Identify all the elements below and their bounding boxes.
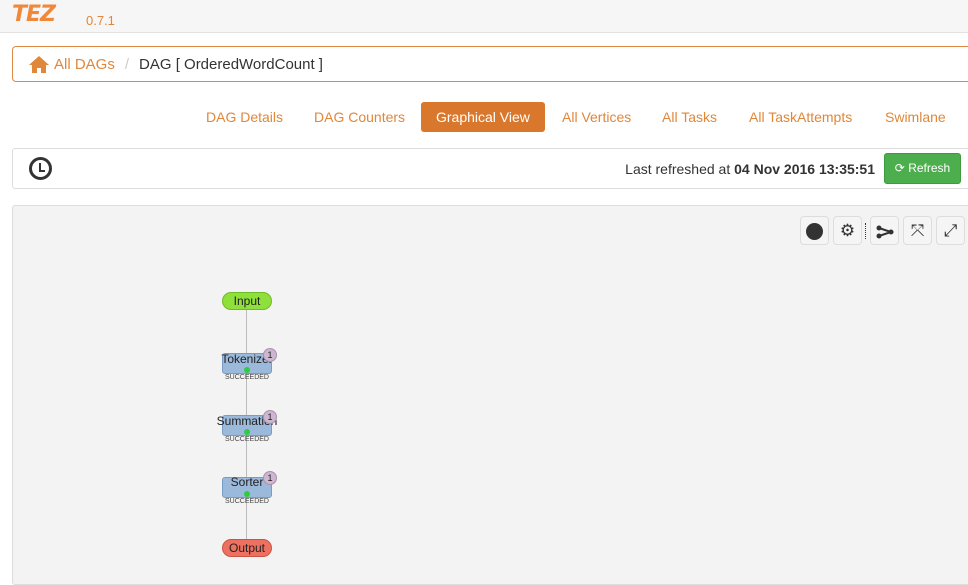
current-dag: DAG [ OrderedWordCount ] bbox=[139, 55, 323, 73]
succeeded-icon bbox=[244, 367, 250, 373]
vertex-status: SUCCEEDED bbox=[225, 498, 269, 505]
vertex-status: SUCCEEDED bbox=[225, 374, 269, 381]
tab-swimlane[interactable]: Swimlane bbox=[870, 102, 961, 132]
vertex-status: SUCCEEDED bbox=[225, 436, 269, 443]
all-dags-link[interactable]: All DAGs bbox=[29, 55, 115, 73]
succeeded-icon bbox=[244, 429, 250, 435]
input-node[interactable]: Input bbox=[222, 292, 272, 310]
record-icon[interactable] bbox=[800, 216, 829, 245]
tab-all-vertices[interactable]: All Vertices bbox=[547, 102, 646, 132]
tab-dag-details[interactable]: DAG Details bbox=[191, 102, 298, 132]
breadcrumb: All DAGs / DAG [ OrderedWordCount ] bbox=[12, 46, 968, 82]
last-refreshed: Last refreshed at 04 Nov 2016 13:35:51 bbox=[625, 161, 875, 177]
fit-icon[interactable]: ⤧ bbox=[903, 216, 932, 245]
top-bar: TEZ 0.7.1 bbox=[0, 0, 968, 33]
task-count-badge[interactable]: 1 bbox=[263, 348, 277, 362]
task-count-badge[interactable]: 1 bbox=[263, 410, 277, 424]
orientation-icon[interactable] bbox=[870, 216, 899, 245]
clock-icon bbox=[29, 157, 52, 180]
tab-all-tasks[interactable]: All Tasks bbox=[647, 102, 732, 132]
output-node[interactable]: Output bbox=[222, 539, 272, 557]
version: 0.7.1 bbox=[86, 13, 115, 28]
breadcrumb-separator: / bbox=[124, 55, 130, 73]
refresh-button[interactable]: ⟳ Refresh bbox=[884, 153, 961, 184]
refresh-bar: Last refreshed at 04 Nov 2016 13:35:51 ⟳… bbox=[12, 148, 968, 189]
fullscreen-icon[interactable]: ⤢ bbox=[936, 216, 965, 245]
task-count-badge[interactable]: 1 bbox=[263, 471, 277, 485]
tab-bar: DAG Details DAG Counters Graphical View … bbox=[0, 102, 968, 132]
tab-all-taskattempts[interactable]: All TaskAttempts bbox=[734, 102, 867, 132]
all-dags-label: All DAGs bbox=[54, 55, 115, 73]
tab-graphical-view[interactable]: Graphical View bbox=[421, 102, 545, 132]
last-refreshed-time: 04 Nov 2016 13:35:51 bbox=[734, 161, 875, 177]
refresh-icon: ⟳ bbox=[894, 161, 905, 175]
home-icon bbox=[29, 55, 49, 73]
succeeded-icon bbox=[244, 491, 250, 497]
dag-graph-panel[interactable]: ⚙ ⤧ ⤢ Input Tokenizer 1 SUCCEEDED Summat… bbox=[12, 205, 968, 585]
toolbar-divider bbox=[865, 223, 866, 239]
tez-logo[interactable]: TEZ bbox=[12, 2, 56, 27]
last-refreshed-label: Last refreshed at bbox=[625, 161, 731, 177]
tab-dag-counters[interactable]: DAG Counters bbox=[299, 102, 420, 132]
refresh-label: Refresh bbox=[908, 161, 951, 175]
settings-icon[interactable]: ⚙ bbox=[833, 216, 862, 245]
